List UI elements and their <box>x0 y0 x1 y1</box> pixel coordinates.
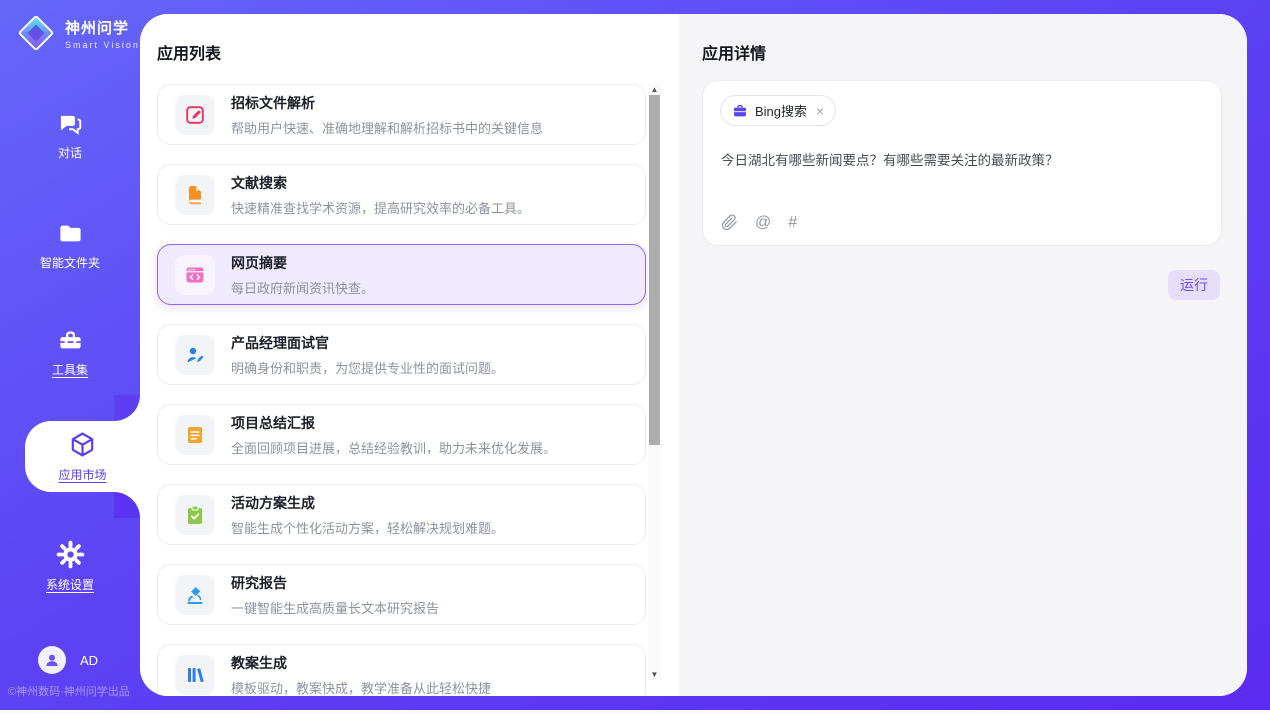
app-detail-panel: 应用详情 Bing搜索 × 今日湖北有哪些新闻要点？有哪些需要关注的最新政策？ <box>679 14 1247 696</box>
brand-name: 神州问学 <box>65 17 140 38</box>
bottom-edge <box>0 710 1270 714</box>
sidebar-item-app-market[interactable]: 应用市场 <box>25 430 140 483</box>
app-name: 活动方案生成 <box>231 493 504 513</box>
prompt-card: Bing搜索 × 今日湖北有哪些新闻要点？有哪些需要关注的最新政策？ @ # <box>702 80 1222 246</box>
content-sheet: 应用列表 招标文件解析 帮助用户快速、准确地理解和解析招标书中的关键信息 <box>140 14 1247 696</box>
memo-icon <box>184 424 206 446</box>
app-card-activity-plan[interactable]: 活动方案生成 智能生成个性化活动方案，轻松解决规划难题。 <box>157 484 646 545</box>
sidebar-item-label: 对话 <box>58 144 82 161</box>
active-bubble-fillet-top <box>114 395 140 421</box>
app-name: 产品经理面试官 <box>231 333 504 353</box>
app-card-research-report[interactable]: 研究报告 一键智能生成高质量长文本研究报告 <box>157 564 646 625</box>
books-icon <box>184 664 206 686</box>
cube-icon <box>68 430 97 459</box>
app-description: 模板驱动，教案快成，教学准备从此轻松快捷 <box>231 678 491 697</box>
edit-square-icon <box>184 104 206 126</box>
tool-tag-bing-search[interactable]: Bing搜索 × <box>720 95 836 126</box>
scrollbar-down-arrow[interactable]: ▼ <box>648 668 661 680</box>
chat-icon <box>57 110 84 137</box>
app-detail-title: 应用详情 <box>702 40 766 64</box>
app-card-list: 招标文件解析 帮助用户快速、准确地理解和解析招标书中的关键信息 <box>157 84 646 696</box>
user-initials: AD <box>80 653 98 668</box>
app-card-project-summary[interactable]: 项目总结汇报 全面回顾项目进展，总结经验教训，助力未来优化发展。 <box>157 404 646 465</box>
at-icon[interactable]: @ <box>755 215 771 231</box>
app-description: 智能生成个性化活动方案，轻松解决规划难题。 <box>231 518 504 537</box>
browser-code-icon <box>184 264 206 286</box>
scrollbar-up-arrow[interactable]: ▲ <box>648 83 661 95</box>
app-list-title: 应用列表 <box>157 40 221 64</box>
query-input[interactable]: 今日湖北有哪些新闻要点？有哪些需要关注的最新政策？ <box>721 151 1201 171</box>
copyright-footer: ©神州数码·神州问学出品 <box>8 683 130 699</box>
app-window: 神州问学 Smart Vision 对话 智能文件夹 <box>0 0 1270 714</box>
microscope-icon <box>184 584 206 606</box>
brand-subtitle: Smart Vision <box>65 40 140 50</box>
avatar <box>38 646 66 674</box>
app-description: 帮助用户快速、准确地理解和解析招标书中的关键信息 <box>231 118 543 137</box>
briefcase-icon <box>732 103 748 119</box>
app-card-pm-interviewer[interactable]: 产品经理面试官 明确身份和职责，为您提供专业性的面试问题。 <box>157 324 646 385</box>
app-name: 教案生成 <box>231 653 491 673</box>
brand-diamond-icon <box>16 13 56 53</box>
scrollbar-thumb[interactable] <box>649 95 660 445</box>
sidebar-item-label: 应用市场 <box>58 466 106 483</box>
app-description: 快速精准查找学术资源，提高研究效率的必备工具。 <box>231 198 530 217</box>
sidebar-item-label: 工具集 <box>52 361 88 378</box>
paperclip-icon[interactable] <box>721 214 738 231</box>
interviewer-icon <box>184 344 206 366</box>
run-button[interactable]: 运行 <box>1168 270 1220 300</box>
tool-tag-close-icon[interactable]: × <box>816 103 824 119</box>
app-card-bid-parsing[interactable]: 招标文件解析 帮助用户快速、准确地理解和解析招标书中的关键信息 <box>157 84 646 145</box>
gear-icon <box>56 540 85 569</box>
hash-icon[interactable]: # <box>788 215 797 231</box>
sidebar-item-label: 智能文件夹 <box>40 254 100 271</box>
app-list-scrollbar[interactable]: ▲ ▼ <box>648 83 661 680</box>
sidebar: 神州问学 Smart Vision 对话 智能文件夹 <box>0 0 140 710</box>
app-description: 全面回顾项目进展，总结经验教训，助力未来优化发展。 <box>231 438 556 457</box>
sidebar-item-label: 系统设置 <box>46 576 94 593</box>
book-icon <box>184 184 206 206</box>
app-name: 网页摘要 <box>231 253 374 273</box>
folder-icon <box>57 220 84 247</box>
input-toolbar: @ # <box>721 214 797 231</box>
app-card-literature-search[interactable]: 文献搜索 快速精准查找学术资源，提高研究效率的必备工具。 <box>157 164 646 225</box>
sidebar-item-toolset[interactable]: 工具集 <box>0 327 140 378</box>
app-card-lesson-plan[interactable]: 教案生成 模板驱动，教案快成，教学准备从此轻松快捷 <box>157 644 646 696</box>
app-card-web-summary[interactable]: 网页摘要 每日政府新闻资讯快查。 <box>157 244 646 305</box>
app-name: 项目总结汇报 <box>231 413 556 433</box>
app-list-panel: 应用列表 招标文件解析 帮助用户快速、准确地理解和解析招标书中的关键信息 <box>140 14 679 696</box>
clipboard-check-icon <box>184 504 206 526</box>
active-bubble-fillet-bottom <box>114 492 140 518</box>
brand-logo: 神州问学 Smart Vision <box>16 13 140 53</box>
tool-tag-label: Bing搜索 <box>755 101 807 120</box>
app-description: 明确身份和职责，为您提供专业性的面试问题。 <box>231 358 504 377</box>
app-name: 文献搜索 <box>231 173 530 193</box>
toolbox-icon <box>57 327 84 354</box>
user-account[interactable]: AD <box>38 646 98 674</box>
sidebar-item-smart-folders[interactable]: 智能文件夹 <box>0 220 140 271</box>
sidebar-item-chat[interactable]: 对话 <box>0 110 140 161</box>
app-description: 每日政府新闻资讯快查。 <box>231 278 374 297</box>
app-description: 一键智能生成高质量长文本研究报告 <box>231 598 439 617</box>
sidebar-item-settings[interactable]: 系统设置 <box>0 540 140 593</box>
app-name: 研究报告 <box>231 573 439 593</box>
user-avatar-icon <box>43 651 61 669</box>
app-name: 招标文件解析 <box>231 93 543 113</box>
